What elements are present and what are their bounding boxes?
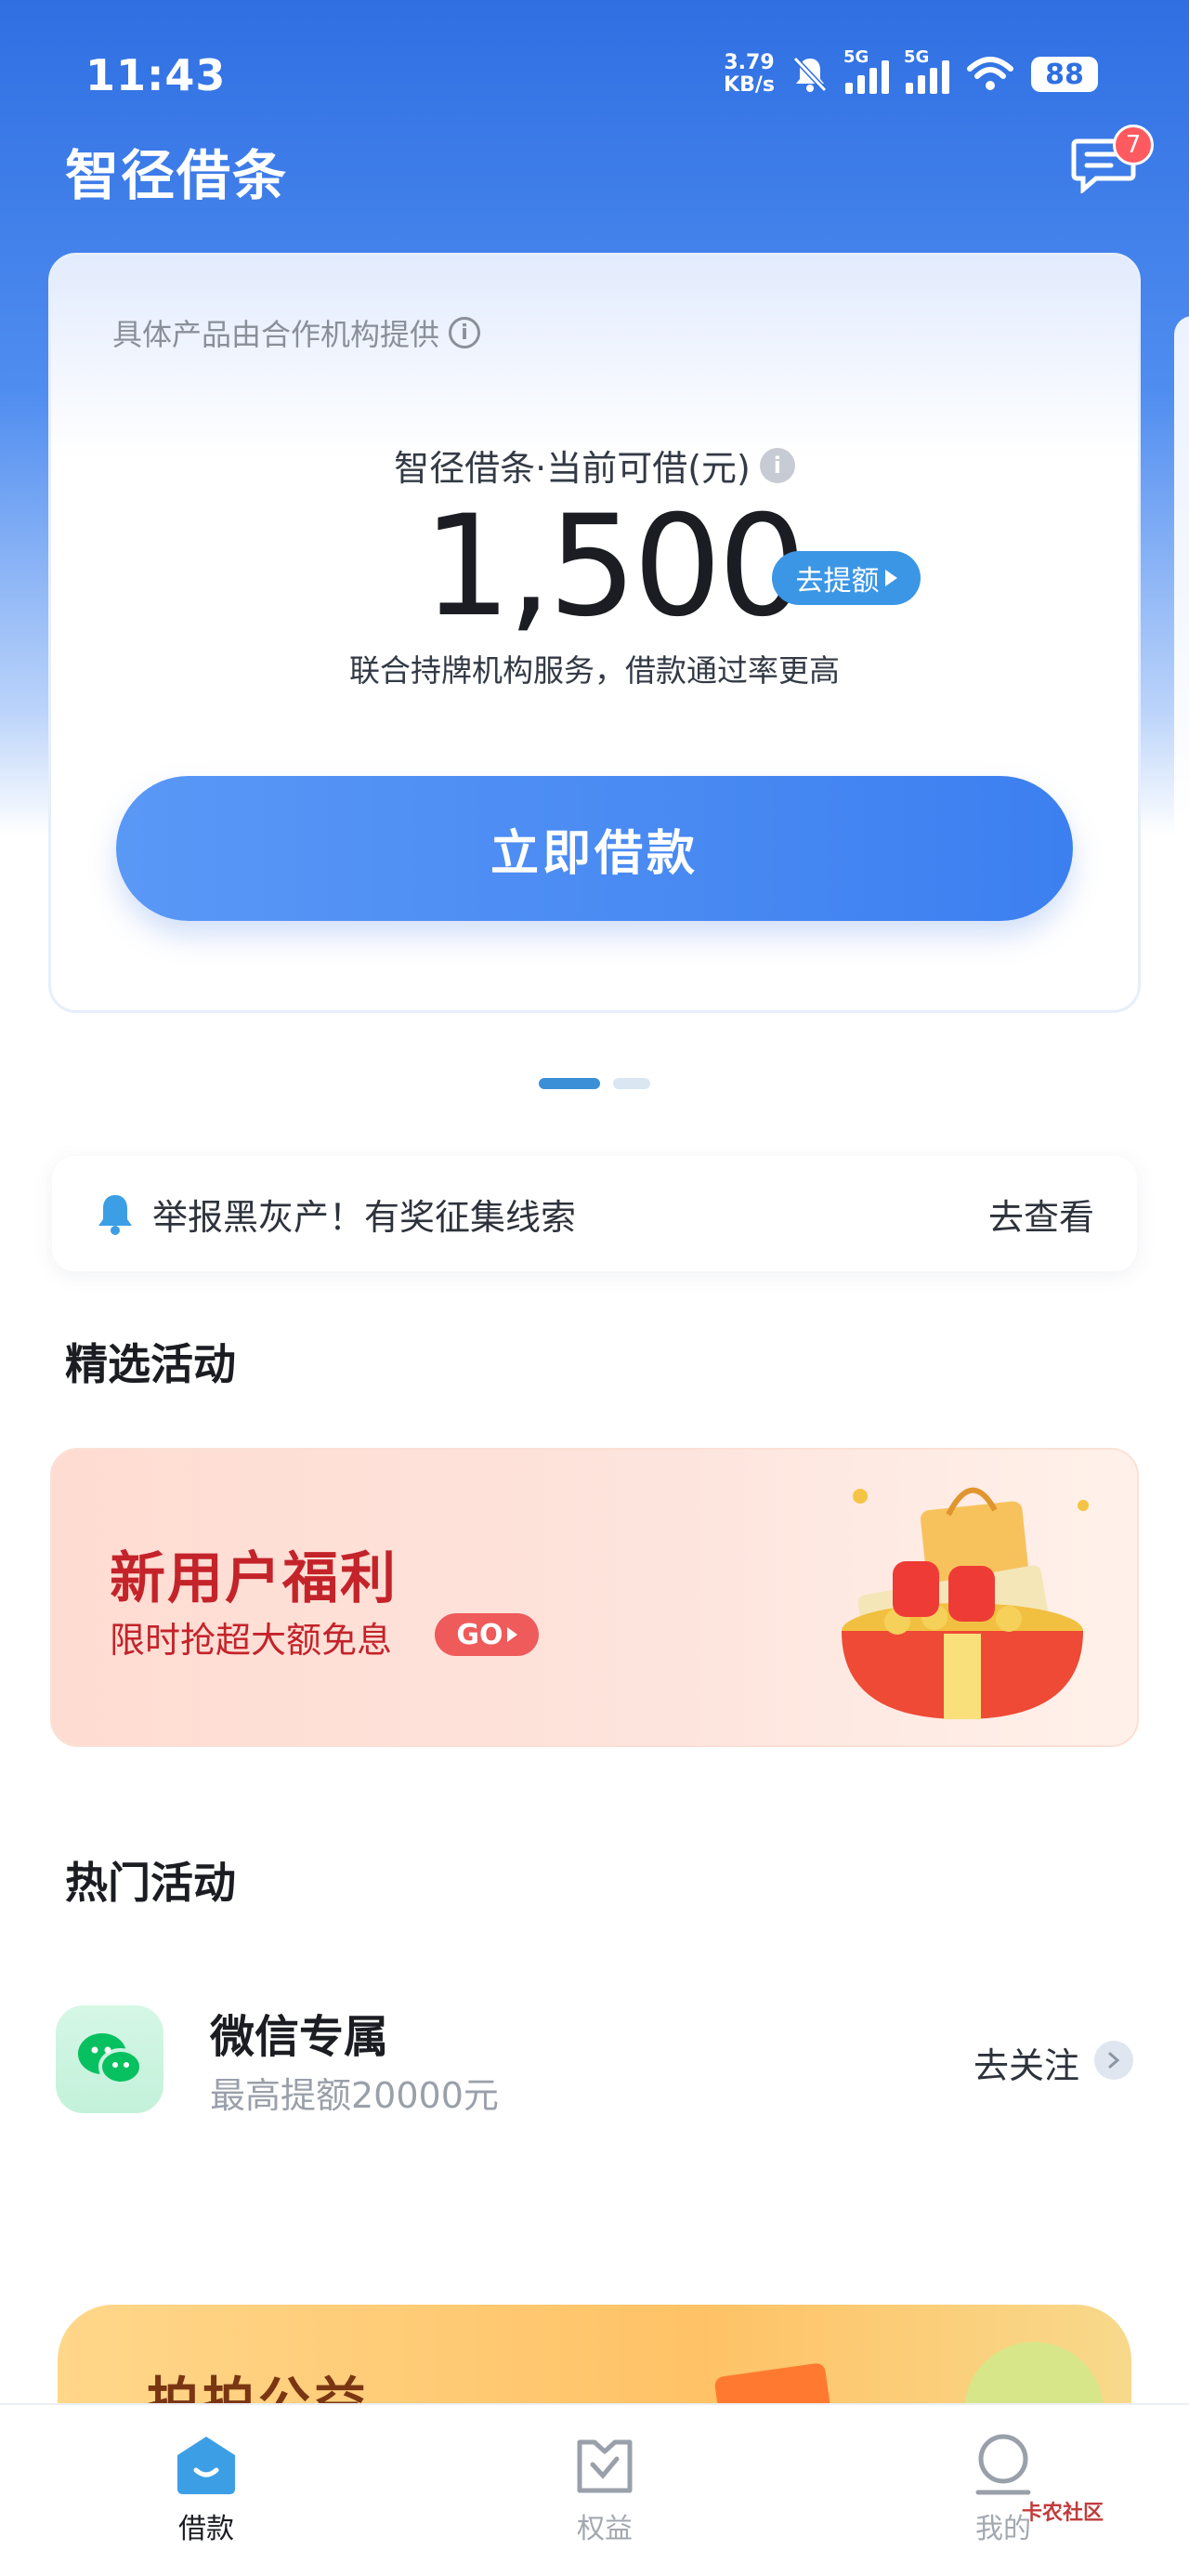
network-speed-unit: KB/s xyxy=(724,73,775,97)
raise-limit-label: 去提额 xyxy=(795,565,880,598)
bottom-tab-bar: 借款 权益 我的 xyxy=(0,2403,1189,2576)
raise-limit-button[interactable]: 去提额 xyxy=(772,551,921,605)
available-amount: 1,500 xyxy=(423,486,806,648)
limit-info-icon[interactable]: i xyxy=(759,447,795,483)
sim2-label: 5G xyxy=(904,47,930,67)
hot-section-title: 热门活动 xyxy=(65,1858,236,1908)
loan-card: 具体产品由合作机构提供 i 智径借条·当前可借(元) i 1,500 去提额 联… xyxy=(48,253,1141,1013)
provider-note: 具体产品由合作机构提供 i xyxy=(112,311,481,354)
profile-icon xyxy=(975,2434,1031,2495)
loan-home-screen: 11:43 3.79 KB/s 5G 5G 88 智径借条 7 具体产品由合作机… xyxy=(0,0,1189,2576)
status-icons: 3.79 KB/s 5G 5G 88 xyxy=(724,47,1098,97)
tab-loan-label: 借款 xyxy=(178,2513,234,2545)
status-bar: 11:43 3.79 KB/s 5G 5G 88 xyxy=(0,0,1189,139)
gift-box-icon xyxy=(842,1487,1089,1719)
play-arrow-icon xyxy=(884,570,897,586)
limit-label: 智径借条·当前可借(元) i xyxy=(51,440,1138,491)
hot-item-subtitle: 最高提额20000元 xyxy=(210,2075,499,2116)
notice-view-link[interactable]: 去查看 xyxy=(988,1189,1094,1240)
hot-item-title: 微信专属 xyxy=(210,2011,389,2063)
borrow-now-button[interactable]: 立即借款 xyxy=(116,776,1073,921)
list-item[interactable]: 微信专属 最高提额20000元 去关注 xyxy=(56,1998,1133,2119)
notice-bar[interactable]: 举报黑灰产！有奖征集线索 去查看 xyxy=(52,1156,1137,1271)
mute-bell-icon xyxy=(792,56,828,93)
pager-dot-active[interactable] xyxy=(539,1078,600,1089)
status-time: 11:43 xyxy=(85,50,227,100)
chevron-right-icon[interactable] xyxy=(1094,2041,1133,2080)
benefit-icon xyxy=(577,2439,633,2493)
tab-profile[interactable]: 我的 xyxy=(947,2405,1059,2576)
bell-icon xyxy=(98,1195,132,1235)
go-label: GO xyxy=(456,1618,503,1651)
follow-link[interactable]: 去关注 xyxy=(973,2037,1079,2088)
app-title: 智径借条 xyxy=(65,144,289,207)
promo-text: 联合持牌机构服务，借款通过率更高 xyxy=(349,652,840,689)
go-button[interactable]: GO xyxy=(435,1613,539,1656)
signal-sim1-icon: 5G xyxy=(843,47,889,94)
notice-text: 举报黑灰产！有奖征集线索 xyxy=(152,1196,577,1238)
tab-loan[interactable]: 借款 xyxy=(150,2405,262,2576)
wifi-icon xyxy=(967,57,1013,90)
limit-label-text: 智径借条·当前可借(元) xyxy=(394,448,751,489)
network-speed: 3.79 KB/s xyxy=(724,52,775,97)
home-icon xyxy=(177,2437,235,2494)
message-badge: 7 xyxy=(1113,125,1154,165)
banner-subtitle: 限时抢超大额免息 xyxy=(110,1620,393,1661)
pager-dot[interactable] xyxy=(613,1078,650,1089)
info-icon[interactable]: i xyxy=(449,317,481,348)
provider-note-text: 具体产品由合作机构提供 xyxy=(112,317,440,352)
watermark-logo: 卡农社区 xyxy=(1022,2502,1104,2525)
new-user-banner[interactable]: 新用户福利 限时抢超大额免息 GO xyxy=(50,1448,1139,1747)
signal-sim2-icon: 5G xyxy=(904,47,949,94)
featured-section-title: 精选活动 xyxy=(65,1339,236,1389)
battery-indicator: 88 xyxy=(1031,57,1098,92)
card-pager xyxy=(539,1078,650,1089)
play-arrow-icon xyxy=(506,1627,517,1642)
network-speed-value: 3.79 xyxy=(724,51,775,74)
banner-title: 新用户福利 xyxy=(110,1546,398,1611)
next-card-peek xyxy=(1174,316,1189,957)
tab-benefits[interactable]: 权益 xyxy=(549,2405,660,2576)
wechat-icon xyxy=(56,2005,163,2113)
tab-benefits-label: 权益 xyxy=(577,2513,633,2545)
sim1-label: 5G xyxy=(843,47,869,67)
